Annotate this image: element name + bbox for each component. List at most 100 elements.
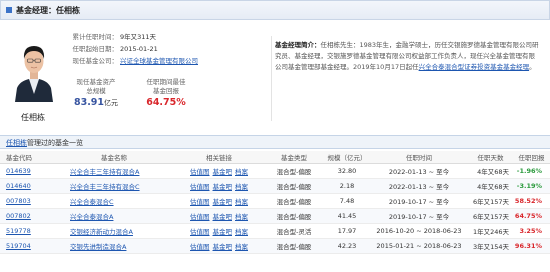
fund-name-cell: 兴全合泰混合C [54, 193, 174, 209]
info-label: 任职起始日期： [72, 45, 119, 53]
fund-code-cell: 014639 [0, 163, 54, 179]
bio-tail: 。 [529, 63, 536, 72]
fund-type: 混合型-偏股 [264, 238, 324, 254]
fund-code-cell: 519778 [0, 223, 54, 239]
valuation-chart-link[interactable]: 估值图 [190, 213, 210, 221]
tenure-period: 2019-10-17 ~ 至今 [370, 193, 468, 209]
table-row: 014639 兴全合丰三年持有混合A 估值图 基金吧 档案 混合型-偏股 32.80 2022… [0, 163, 550, 179]
section-title: 任相栋管理过的基金一览 [6, 138, 83, 148]
fund-code-link[interactable]: 007802 [6, 212, 31, 220]
table-row: 014640 兴全合丰三年持有混合C 估值图 基金吧 档案 混合型-偏股 2.18 2022-… [0, 178, 550, 194]
valuation-chart-link[interactable]: 估值图 [190, 243, 210, 251]
fund-archive-link[interactable]: 档案 [235, 198, 248, 206]
fund-archive-link[interactable]: 档案 [235, 228, 248, 236]
fund-name-cell: 兴全合泰混合A [54, 208, 174, 224]
fund-code-cell: 007802 [0, 208, 54, 224]
fund-links-cell: 估值图 基金吧 档案 [174, 238, 264, 254]
col-header-return: 任职回报 [513, 151, 550, 164]
fund-archive-link[interactable]: 档案 [235, 183, 248, 191]
section-title-suffix: 管理过的基金一览 [27, 139, 83, 147]
fund-name-link[interactable]: 兴全合丰三年持有混合C [70, 183, 140, 191]
tenure-period: 2019-10-17 ~ 至今 [370, 208, 468, 224]
fund-links-cell: 估值图 基金吧 档案 [174, 208, 264, 224]
divider [271, 36, 272, 121]
fund-archive-link[interactable]: 档案 [235, 168, 248, 176]
fund-name-cell: 兴全合丰三年持有混合A [54, 163, 174, 179]
fund-forum-link[interactable]: 基金吧 [213, 243, 233, 251]
tenure-duration: 6年又157天 [468, 193, 513, 209]
info-row-tenure: 累计任职时间： 9年又311天 [65, 31, 198, 43]
fund-scale: 32.80 [324, 163, 370, 179]
col-header-period: 任职时间 [370, 151, 468, 164]
tenure-duration: 1年又246天 [468, 223, 513, 239]
col-header-name: 基金名称 [54, 151, 174, 164]
col-header-duration: 任职天数 [468, 151, 513, 164]
stat-total-assets: 现任基金资产 总规模 83.91亿元 [66, 78, 126, 110]
fund-forum-link[interactable]: 基金吧 [213, 198, 233, 206]
company-link[interactable]: 兴证全球基金管理有限公司 [120, 57, 198, 65]
fund-forum-link[interactable]: 基金吧 [213, 183, 233, 191]
fund-archive-link[interactable]: 档案 [235, 243, 248, 251]
fund-code-link[interactable]: 007803 [6, 197, 31, 205]
table-row: 519778 交银经济新动力混合A 估值图 基金吧 档案 混合型-灵活 17.97 2016-… [0, 223, 550, 239]
tenure-return: -1.96% [513, 163, 550, 179]
info-row-company: 现任基金公司： 兴证全球基金管理有限公司 [65, 55, 199, 67]
fund-type: 混合型-偏股 [264, 163, 324, 179]
table-row: 007802 兴全合泰混合A 估值图 基金吧 档案 混合型-偏股 41.45 2019-10-… [0, 208, 550, 224]
valuation-chart-link[interactable]: 估值图 [190, 228, 210, 236]
fund-code-link[interactable]: 014639 [6, 167, 31, 175]
fund-links-cell: 估值图 基金吧 档案 [174, 178, 264, 194]
fund-scale: 7.48 [324, 193, 370, 209]
info-row-start-date: 任职起始日期： 2015-01-21 [65, 43, 198, 55]
fund-name-link[interactable]: 兴全合泰混合A [70, 213, 113, 221]
fund-code-cell: 007803 [0, 193, 54, 209]
tenure-period: 2022-01-13 ~ 至今 [370, 163, 468, 179]
fund-forum-link[interactable]: 基金吧 [213, 228, 233, 236]
valuation-chart-link[interactable]: 估值图 [190, 183, 210, 191]
col-header-type: 基金类型 [264, 151, 324, 164]
fund-scale: 2.18 [324, 178, 370, 194]
fund-forum-link[interactable]: 基金吧 [213, 168, 233, 176]
fund-archive-link[interactable]: 档案 [235, 213, 248, 221]
info-value: 9年又311天 [120, 33, 157, 41]
info-label: 累计任职时间： [72, 33, 119, 41]
fund-name-link[interactable]: 兴全合泰混合C [70, 198, 114, 206]
tenure-duration: 3年又154天 [468, 238, 513, 254]
tenure-period: 2022-01-13 ~ 至今 [370, 178, 468, 194]
stat-value-wrap: 83.91亿元 [66, 96, 126, 110]
fund-code-link[interactable]: 519704 [6, 242, 31, 250]
stat-label: 基金回报 [153, 87, 179, 95]
tenure-return: 96.31% [513, 238, 550, 254]
fund-name-link[interactable]: 交银先进制造混合A [70, 243, 126, 251]
fund-code-link[interactable]: 519778 [6, 227, 31, 235]
section-header: 任相栋管理过的基金一览 [0, 135, 550, 149]
stat-best-return: 任职期间最佳 基金回报 64.75% [136, 78, 196, 110]
tenure-duration: 4年又68天 [468, 178, 513, 194]
table-row: 519704 交银先进制造混合A 估值图 基金吧 档案 混合型-偏股 42.23 2015-0… [0, 238, 550, 254]
fund-forum-link[interactable]: 基金吧 [213, 213, 233, 221]
fund-name-link[interactable]: 兴全合丰三年持有混合A [70, 168, 139, 176]
manager-name: 任相栋 [21, 113, 45, 122]
col-header-code: 基金代码 [0, 151, 54, 164]
fund-type: 混合型-偏股 [264, 208, 324, 224]
fund-type: 混合型-偏股 [264, 193, 324, 209]
fund-type: 混合型-灵活 [264, 223, 324, 239]
tenure-period: 2016-10-20 ~ 2018-06-23 [370, 223, 468, 239]
stat-value-wrap: 64.75% [136, 96, 196, 110]
bio-fund-link[interactable]: 兴全合泰混合型证券投资基金基金经理 [419, 63, 530, 71]
stat-label: 任职期间最佳 [146, 78, 186, 86]
tenure-return: 3.25% [513, 223, 550, 239]
stat-label: 总规模 [86, 87, 106, 95]
valuation-chart-link[interactable]: 估值图 [190, 168, 210, 176]
fund-code-cell: 519704 [0, 238, 54, 254]
tenure-return: 58.52% [513, 193, 550, 209]
fund-code-link[interactable]: 014640 [6, 182, 31, 190]
stat-unit: 亿元 [104, 99, 119, 107]
funds-table: 基金代码 基金名称 相关链接 基金类型 规模（亿元） 任职时间 任职天数 任职回… [0, 151, 550, 254]
fund-scale: 41.45 [324, 208, 370, 224]
section-manager-link[interactable]: 任相栋 [6, 139, 27, 147]
fund-name-cell: 交银先进制造混合A [54, 238, 174, 254]
manager-bio: 基金经理简介：任相栋先生：1983年生，金融学硕士，历任交银施罗德基金管理有限公… [275, 40, 541, 74]
valuation-chart-link[interactable]: 估值图 [190, 198, 210, 206]
fund-name-link[interactable]: 交银经济新动力混合A [70, 228, 133, 236]
